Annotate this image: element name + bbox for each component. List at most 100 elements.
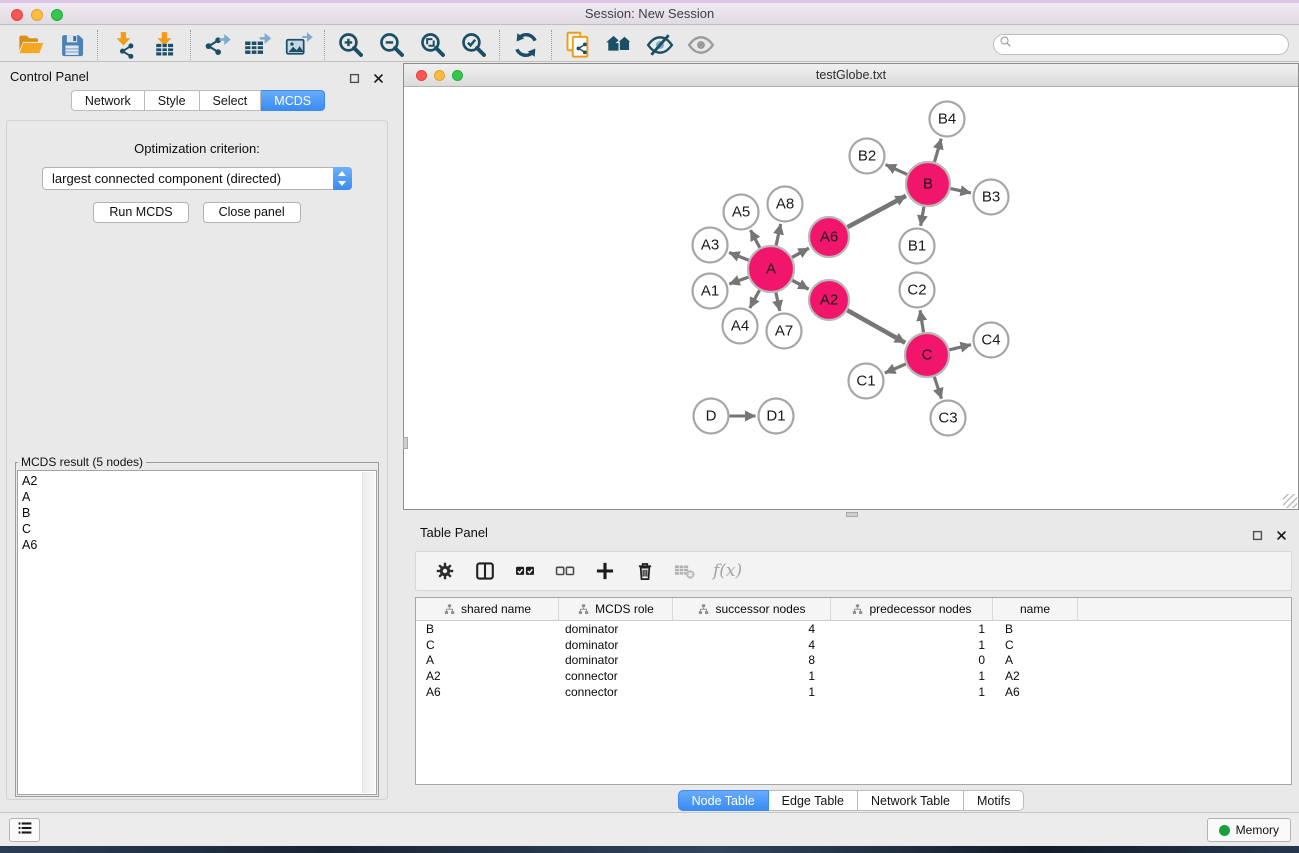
optimization-criterion-select[interactable]: largest connected component (directed) (42, 167, 352, 190)
node-C[interactable]: C (905, 333, 949, 377)
mcds-result-item[interactable]: A6 (22, 537, 360, 553)
zoom-selected-button[interactable] (453, 29, 494, 61)
edge-C-C3[interactable] (934, 377, 941, 399)
cell-predecessor-nodes[interactable]: 0 (831, 653, 993, 667)
cell-predecessor-nodes[interactable]: 1 (831, 685, 993, 699)
cell-successor-nodes[interactable]: 1 (673, 669, 831, 683)
table-row[interactable]: Adominator80A (416, 652, 1291, 668)
cell-predecessor-nodes[interactable]: 1 (831, 622, 993, 636)
zoom-in-button[interactable] (330, 29, 371, 61)
column-header-successor-nodes[interactable]: successor nodes (673, 598, 831, 620)
node-A8[interactable]: A8 (768, 187, 803, 222)
node-A5[interactable]: A5 (724, 195, 759, 230)
node-A1[interactable]: A1 (693, 274, 728, 309)
edge-C-C2[interactable] (920, 310, 923, 332)
zoom-out-button[interactable] (371, 29, 412, 61)
tab-mcds[interactable]: MCDS (261, 90, 325, 111)
delete-table-button[interactable] (673, 559, 697, 583)
edge-A2-C[interactable] (847, 310, 905, 343)
mcds-result-item[interactable]: A (22, 489, 360, 505)
close-panel-icon[interactable] (373, 71, 384, 89)
cell-successor-nodes[interactable]: 8 (673, 653, 831, 667)
edge-A-A7[interactable] (776, 293, 780, 311)
edge-A-A3[interactable] (729, 253, 749, 261)
node-B1[interactable]: B1 (900, 229, 935, 264)
result-list-scrollbar[interactable] (362, 472, 375, 793)
column-header-predecessor-nodes[interactable]: predecessor nodes (831, 598, 993, 620)
edge-C-C4[interactable] (949, 345, 971, 350)
edge-A-A5[interactable] (751, 230, 760, 248)
unselect-all-columns-button[interactable] (553, 559, 577, 583)
cell-shared-name[interactable]: A2 (416, 669, 559, 683)
node-A4[interactable]: A4 (723, 309, 758, 344)
delete-column-button[interactable] (633, 559, 657, 583)
column-header-shared-name[interactable]: shared name (416, 598, 559, 620)
import-network-button[interactable] (103, 29, 144, 61)
zoom-window-button[interactable] (51, 9, 63, 21)
first-neighbors-button[interactable] (598, 29, 639, 61)
node-B2[interactable]: B2 (850, 139, 885, 174)
cell-shared-name[interactable]: A (416, 653, 559, 667)
cell-MCDS-role[interactable]: dominator (559, 622, 673, 636)
tab-motifs[interactable]: Motifs (964, 790, 1024, 811)
node-C4[interactable]: C4 (974, 323, 1009, 358)
tab-network-table[interactable]: Network Table (858, 790, 964, 811)
edge-C-C1[interactable] (885, 364, 906, 373)
cell-predecessor-nodes[interactable]: 1 (831, 638, 993, 652)
column-header-name[interactable]: name (993, 598, 1078, 620)
node-B[interactable]: B (906, 162, 950, 206)
refresh-button[interactable] (505, 29, 546, 61)
tab-select[interactable]: Select (200, 90, 262, 111)
network-zoom-button[interactable] (452, 70, 463, 81)
edge-A-A4[interactable] (750, 290, 760, 308)
cell-MCDS-role[interactable]: connector (559, 669, 673, 683)
dropdown-stepper-icon[interactable] (333, 167, 352, 190)
edge-A-A6[interactable] (792, 248, 809, 257)
network-from-selection-button[interactable] (557, 29, 598, 61)
tab-edge-table[interactable]: Edge Table (769, 790, 858, 811)
node-B4[interactable]: B4 (930, 102, 965, 137)
cell-successor-nodes[interactable]: 1 (673, 685, 831, 699)
tab-node-table[interactable]: Node Table (678, 790, 769, 811)
window-resize-grip[interactable] (1283, 494, 1297, 508)
node-A2[interactable]: A2 (809, 280, 849, 320)
cell-name[interactable]: A2 (993, 669, 1078, 683)
cell-successor-nodes[interactable]: 4 (673, 622, 831, 636)
search-input[interactable] (993, 34, 1289, 55)
save-session-button[interactable] (51, 29, 92, 61)
zoom-fit-button[interactable] (412, 29, 453, 61)
network-canvas[interactable]: AA1A2A3A4A5A6A7A8BB1B2B3B4CC1C2C3C4DD1 (404, 87, 1298, 509)
table-row[interactable]: Cdominator41C (416, 637, 1291, 653)
run-mcds-button[interactable]: Run MCDS (93, 202, 188, 223)
edge-B-B4[interactable] (935, 139, 942, 162)
minimize-window-button[interactable] (31, 9, 43, 21)
node-A3[interactable]: A3 (693, 228, 728, 263)
gear-button[interactable] (433, 559, 457, 583)
network-window-titlebar[interactable]: testGlobe.txt (404, 64, 1298, 87)
open-file-button[interactable] (10, 29, 51, 61)
export-network-button[interactable] (196, 29, 237, 61)
close-panel-icon[interactable] (1276, 528, 1287, 546)
node-C3[interactable]: C3 (931, 401, 966, 436)
network-close-button[interactable] (416, 70, 427, 81)
cell-shared-name[interactable]: A6 (416, 685, 559, 699)
cell-shared-name[interactable]: C (416, 638, 559, 652)
edge-A6-B[interactable] (848, 196, 907, 227)
memory-button[interactable]: Memory (1207, 818, 1291, 842)
cell-predecessor-nodes[interactable]: 1 (831, 669, 993, 683)
task-history-button[interactable] (9, 818, 40, 842)
splitter-handle-icon[interactable] (846, 512, 858, 517)
node-A7[interactable]: A7 (767, 314, 802, 349)
node-B3[interactable]: B3 (974, 180, 1009, 215)
edge-B-B1[interactable] (921, 207, 924, 226)
edge-A-A2[interactable] (792, 280, 809, 289)
cell-shared-name[interactable]: B (416, 622, 559, 636)
node-C1[interactable]: C1 (849, 364, 884, 399)
select-all-columns-button[interactable] (513, 559, 537, 583)
float-panel-icon[interactable] (349, 71, 360, 89)
export-table-button[interactable] (237, 29, 278, 61)
column-header-MCDS-role[interactable]: MCDS role (559, 598, 673, 620)
cell-MCDS-role[interactable]: dominator (559, 638, 673, 652)
edge-A-A8[interactable] (776, 224, 781, 246)
mcds-result-item[interactable]: B (22, 505, 360, 521)
